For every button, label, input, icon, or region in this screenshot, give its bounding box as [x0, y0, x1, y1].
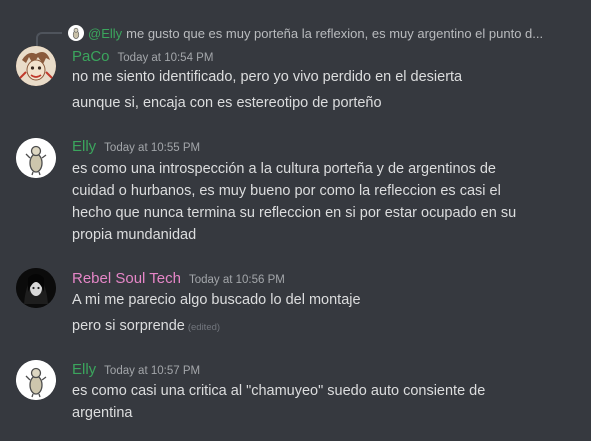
rebel-avatar-art: [16, 268, 56, 308]
message-line: propia mundanidad: [72, 227, 197, 243]
username-paco[interactable]: PaCo: [72, 48, 110, 65]
username-elly[interactable]: Elly: [72, 361, 96, 378]
message-line-with-edited: pero si sorprende (edited): [72, 315, 572, 339]
message-line: hecho que nunca termina su refleccion en…: [72, 205, 517, 221]
message-header-elly: Elly Today at 10:55 PM: [72, 138, 200, 155]
message-header-elly: Elly Today at 10:57 PM: [72, 361, 200, 378]
username-rebel-soul-tech[interactable]: Rebel Soul Tech: [72, 270, 181, 287]
avatar-paco[interactable]: [16, 46, 56, 86]
message-header-paco: PaCo Today at 10:54 PM: [72, 48, 213, 65]
elly-avatar-art: [16, 360, 56, 400]
elly-avatar-art: [16, 138, 56, 178]
message-header-rebel: Rebel Soul Tech Today at 10:56 PM: [72, 270, 285, 287]
avatar-elly[interactable]: [16, 138, 56, 178]
message-line: argentina: [72, 405, 133, 421]
message-line: es como una introspección a la cultura p…: [72, 161, 496, 177]
edited-label[interactable]: (edited): [188, 322, 220, 333]
paco-avatar-art: [16, 46, 56, 86]
message-line: no me siento identificado, pero yo vivo …: [72, 69, 463, 85]
timestamp[interactable]: Today at 10:57 PM: [104, 365, 200, 377]
reply-connector: [36, 32, 62, 46]
timestamp[interactable]: Today at 10:55 PM: [104, 142, 200, 154]
reply-reference[interactable]: @Elly me gusto que es muy porteña la ref…: [68, 24, 543, 42]
avatar-rebel-soul-tech[interactable]: [16, 268, 56, 308]
message-line: aunque si, encaja con es estereotipo de …: [72, 95, 382, 111]
message-line: es como casi una critica al "chamuyeo" s…: [72, 383, 486, 399]
avatar-elly[interactable]: [16, 360, 56, 400]
timestamp[interactable]: Today at 10:56 PM: [189, 274, 285, 286]
message-line: A mi me parecio algo buscado lo del mont…: [72, 292, 361, 308]
reply-avatar[interactable]: [68, 25, 84, 41]
username-elly[interactable]: Elly: [72, 138, 96, 155]
reply-author[interactable]: @Elly: [88, 26, 122, 41]
message-text: pero si sorprende: [72, 318, 185, 334]
timestamp[interactable]: Today at 10:54 PM: [118, 52, 214, 64]
reply-text[interactable]: me gusto que es muy porteña la reflexion…: [126, 26, 543, 41]
message-line: cuidad o hurbanos, es muy bueno por como…: [72, 183, 501, 199]
